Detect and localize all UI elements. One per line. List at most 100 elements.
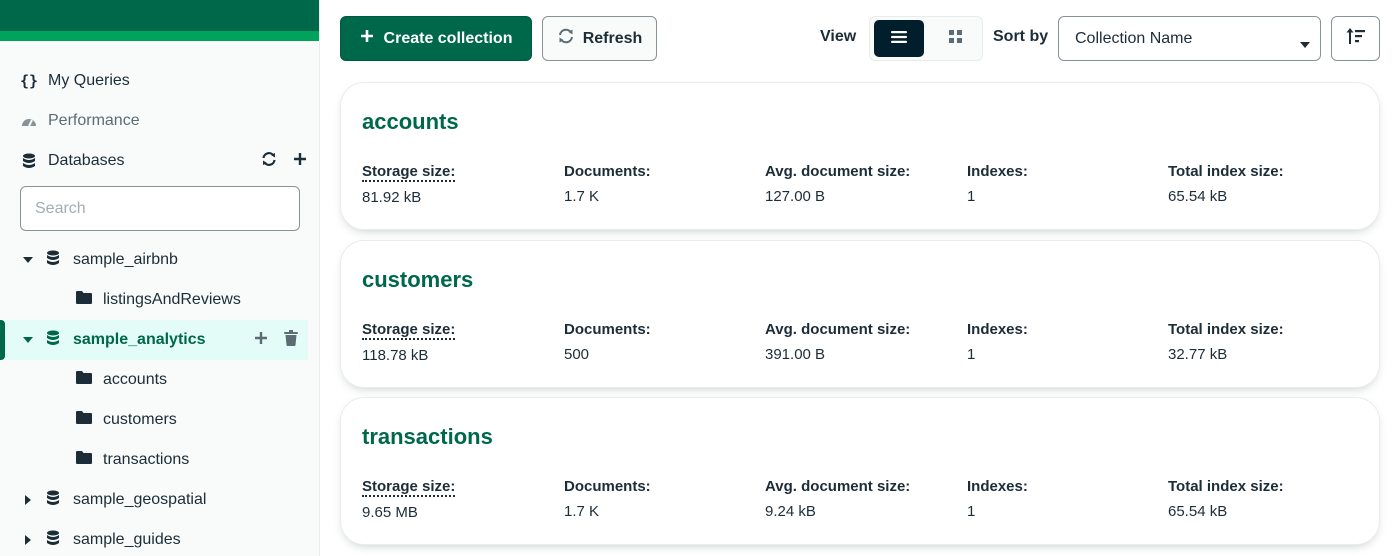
plus-icon xyxy=(360,29,374,48)
stat-value: 1.7 K xyxy=(564,188,600,205)
stat-label: Indexes: xyxy=(967,478,1028,495)
stat-value: 1 xyxy=(967,188,976,205)
stat-label: Documents: xyxy=(564,321,651,338)
stat-value: 65.54 kB xyxy=(1168,188,1228,205)
nav-my-queries-label: My Queries xyxy=(48,72,130,89)
collection-card-accounts[interactable]: accounts Storage size: 81.92 kB Document… xyxy=(340,82,1380,230)
active-indicator xyxy=(0,320,5,360)
stat-total-index-size: Total index size: 65.54 kB xyxy=(1168,163,1284,205)
nav-databases[interactable]: Databases xyxy=(20,149,125,173)
stat-label[interactable]: Storage size: xyxy=(362,163,456,182)
stat-label: Documents: xyxy=(564,478,651,495)
folder-icon xyxy=(76,451,92,469)
database-row-actions xyxy=(254,329,298,351)
sort-select[interactable]: Collection Name xyxy=(1058,16,1321,61)
stat-label[interactable]: Storage size: xyxy=(362,478,456,497)
stat-value: 1 xyxy=(967,346,976,363)
database-icon xyxy=(46,530,60,551)
stat-label: Documents: xyxy=(564,163,651,180)
stat-value: 9.24 kB xyxy=(765,503,816,520)
stat-avg-document-size: Avg. document size: 9.24 kB xyxy=(765,478,910,520)
caret-right-icon[interactable] xyxy=(22,495,34,505)
view-toggle xyxy=(869,16,983,61)
stat-value: 500 xyxy=(564,346,590,363)
database-icon xyxy=(46,330,60,351)
stat-avg-document-size: Avg. document size: 127.00 B xyxy=(765,163,910,205)
stat-storage-size: Storage size: 81.92 kB xyxy=(362,163,456,206)
caret-down-icon[interactable] xyxy=(22,256,34,264)
tree-collection-listings[interactable]: listingsAndReviews xyxy=(0,280,308,320)
tree-collection-customers[interactable]: customers xyxy=(0,400,308,440)
refresh-button[interactable]: Refresh xyxy=(542,16,657,61)
tree-collection-label: customers xyxy=(103,411,177,428)
stat-label: Avg. document size: xyxy=(765,163,911,180)
nav-performance-label: Performance xyxy=(48,112,140,129)
nav-performance[interactable]: Performance xyxy=(20,109,140,133)
tree-database-sample-analytics[interactable]: sample_analytics xyxy=(0,320,308,360)
create-collection-label: Create collection xyxy=(383,29,513,47)
stat-value: 118.78 kB xyxy=(362,347,429,364)
stat-indexes: Indexes: 1 xyxy=(967,321,1028,363)
databases-actions xyxy=(261,150,307,172)
stat-label: Avg. document size: xyxy=(765,478,911,495)
trash-icon[interactable] xyxy=(284,329,298,351)
stat-value: 391.00 B xyxy=(765,346,826,363)
stat-documents: Documents: 500 xyxy=(564,321,651,363)
sidebar: {} My Queries Performance Databases samp… xyxy=(0,0,320,556)
nav-my-queries[interactable]: {} My Queries xyxy=(20,69,130,93)
database-icon xyxy=(46,490,60,511)
refresh-icon xyxy=(557,28,575,49)
stat-total-index-size: Total index size: 32.77 kB xyxy=(1168,321,1284,363)
tree-database-label: sample_guides xyxy=(73,531,181,548)
tree-collection-label: listingsAndReviews xyxy=(103,291,241,308)
list-view-button[interactable] xyxy=(874,20,924,57)
stat-indexes: Indexes: 1 xyxy=(967,163,1028,205)
view-label: View xyxy=(820,28,857,45)
stat-indexes: Indexes: 1 xyxy=(967,478,1028,520)
grid-view-button[interactable] xyxy=(930,20,980,57)
sort-ascending-icon xyxy=(1346,27,1366,50)
tree-database-label: sample_geospatial xyxy=(73,491,207,508)
refresh-label: Refresh xyxy=(582,29,643,47)
tree-database-sample-geospatial[interactable]: sample_geospatial xyxy=(0,480,308,520)
tree-collection-accounts[interactable]: accounts xyxy=(0,360,308,400)
collection-name[interactable]: customers xyxy=(362,267,473,293)
stat-value: 65.54 kB xyxy=(1168,503,1228,520)
grid-icon xyxy=(948,29,962,48)
add-database-icon[interactable] xyxy=(293,152,307,171)
stat-label: Total index size: xyxy=(1168,478,1284,495)
tree-database-sample-guides[interactable]: sample_guides xyxy=(0,520,308,556)
folder-icon xyxy=(76,411,92,429)
tree-collection-label: transactions xyxy=(103,451,190,468)
stat-value: 1.7 K xyxy=(564,503,600,520)
stat-documents: Documents: 1.7 K xyxy=(564,163,651,205)
braces-icon: {} xyxy=(19,72,39,90)
stat-label: Indexes: xyxy=(967,321,1028,338)
stat-documents: Documents: 1.7 K xyxy=(564,478,651,520)
caret-down-icon[interactable] xyxy=(22,336,34,344)
caret-right-icon[interactable] xyxy=(22,535,34,545)
stat-label: Indexes: xyxy=(967,163,1028,180)
gauge-icon xyxy=(20,115,38,127)
database-icon xyxy=(46,250,60,271)
tree-collection-transactions[interactable]: transactions xyxy=(0,440,308,480)
folder-icon xyxy=(76,371,92,389)
sort-select-value: Collection Name xyxy=(1075,29,1193,47)
refresh-databases-icon[interactable] xyxy=(261,151,277,172)
stat-label: Total index size: xyxy=(1168,321,1284,338)
collection-name[interactable]: accounts xyxy=(362,109,459,135)
collection-card-customers[interactable]: customers Storage size: 118.78 kB Docume… xyxy=(340,240,1380,388)
stat-storage-size: Storage size: 118.78 kB xyxy=(362,321,456,364)
sidebar-search-input[interactable] xyxy=(20,186,300,231)
database-icon xyxy=(20,153,38,169)
create-collection-button[interactable]: Create collection xyxy=(340,16,532,61)
list-icon xyxy=(891,30,907,48)
stat-label[interactable]: Storage size: xyxy=(362,321,456,340)
add-collection-icon[interactable] xyxy=(254,331,268,350)
stat-total-index-size: Total index size: 65.54 kB xyxy=(1168,478,1284,520)
sort-direction-button[interactable] xyxy=(1331,16,1380,61)
tree-database-sample-airbnb[interactable]: sample_airbnb xyxy=(0,240,308,280)
collection-card-transactions[interactable]: transactions Storage size: 9.65 MB Docum… xyxy=(340,397,1380,545)
collection-name[interactable]: transactions xyxy=(362,424,493,450)
stat-value: 1 xyxy=(967,503,976,520)
